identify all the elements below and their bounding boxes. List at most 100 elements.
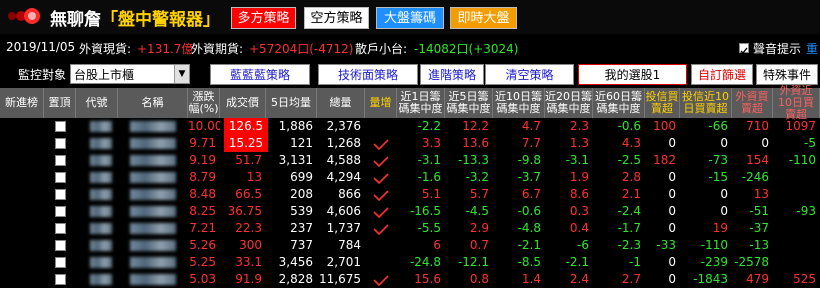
table-row[interactable]: 8.79 13 699 4,294 -1.6 -3.2 -3.7 1.9 2.8 0 -15 -246	[0, 169, 820, 186]
avg5-volume-cell: 3,456	[278, 255, 313, 269]
pin-checkbox[interactable]	[55, 206, 66, 217]
header-name[interactable]: 名稱	[118, 88, 188, 118]
stock-code-redacted	[90, 257, 112, 268]
value-cell-fi10	[773, 169, 820, 186]
change-pct-cell: 10.00	[188, 119, 220, 133]
value-cell-c5: 12.2	[462, 119, 489, 133]
change-pct-cell: 5.25	[189, 255, 216, 269]
header-conc-60d[interactable]: 近60日籌碼集中度	[593, 88, 645, 118]
table-row[interactable]: 5.26 300 737 784 6 0.7 -2.1 -6 -2.3 -33 -110 -13	[0, 237, 820, 254]
stock-code-redacted	[90, 172, 112, 183]
change-pct-cell: 8.48	[189, 187, 216, 201]
change-pct-cell: 9.71	[189, 136, 216, 150]
sound-label: 聲音提示	[753, 42, 802, 56]
price-cell: 22.3	[235, 221, 262, 235]
bull-strategy-button[interactable]: 多方策略	[231, 7, 296, 29]
header-change-pct[interactable]: 漲跌幅(%)	[188, 88, 220, 118]
stock-code-redacted	[90, 274, 112, 285]
header-conc-20d[interactable]: 近20日籌碼集中度	[545, 88, 593, 118]
value-cell-c1: -24.8	[409, 255, 441, 269]
change-pct-cell: 7.21	[189, 221, 216, 235]
date-text: 2019/11/05	[6, 40, 76, 54]
custom-filter-button[interactable]: 自訂篩選	[691, 64, 753, 85]
value-cell-c60: -1	[629, 255, 641, 269]
table-row[interactable]: 8.25 36.75 539 4,606 -16.5 -4.5 -0.6 0.3 -2.4 0 0 -…	[0, 203, 820, 220]
pin-checkbox[interactable]	[55, 189, 66, 200]
foreign-futures-value: +57204口(-4712)	[249, 42, 354, 56]
value-cell-c10: 6.7	[521, 187, 541, 201]
realtime-market-button[interactable]: 即時大盤	[450, 7, 517, 29]
table-row[interactable]: 5.25 33.1 3,456 2,701 -24.8 -12.1 -8.5 -2.1 -1 0 -…	[0, 254, 820, 271]
header-foreign-10d[interactable]: 外資近10日買賣超	[773, 85, 820, 121]
header-total-volume[interactable]: 總量	[317, 88, 365, 118]
retail-mini-label: 散戶小台:	[355, 42, 408, 56]
pin-checkbox[interactable]	[55, 223, 66, 234]
table-row[interactable]: 9.19 51.7 3,131 4,588 -3.1 -13.3 -9.8 -3.1 -2.5 1…	[0, 152, 820, 169]
dropdown-arrow-icon[interactable]: ▼	[174, 65, 189, 83]
avg5-volume-cell: 2,828	[278, 272, 313, 286]
market-chips-button[interactable]: 大盤籌碼	[376, 7, 444, 29]
my-picks-button[interactable]: 我的選股1	[578, 64, 687, 85]
foreign-spot-value: +131.7億	[137, 42, 194, 56]
volume-up-check-icon	[373, 139, 389, 151]
header-itrust-net[interactable]: 投信買賣超	[645, 88, 680, 118]
bear-strategy-button[interactable]: 空方策略	[304, 7, 369, 29]
blue-strategy-button[interactable]: 藍藍藍策略	[210, 64, 310, 85]
brand-prefix: 無聊詹	[50, 10, 101, 30]
value-cell-c5: -3.2	[465, 170, 489, 184]
avg5-volume-cell: 699	[290, 170, 313, 184]
pin-checkbox[interactable]	[55, 172, 66, 183]
value-cell-fi10: 1097	[785, 119, 816, 133]
pin-checkbox[interactable]	[55, 138, 66, 149]
header-conc-5d[interactable]: 近5日籌碼集中度	[445, 88, 493, 118]
price-cell: 13	[246, 170, 262, 184]
price-cell: 66.5	[235, 187, 262, 201]
value-cell-c10: -3.7	[517, 170, 541, 184]
pin-checkbox[interactable]	[55, 274, 66, 285]
pin-checkbox[interactable]	[55, 121, 66, 132]
technical-strategy-button[interactable]: 技術面策略	[318, 64, 418, 85]
header-new-entry[interactable]: 新進榜	[0, 88, 44, 118]
value-cell-c60: 2.8	[621, 170, 641, 184]
table-row[interactable]: 5.03 91.9 2,828 11,675 15.6 0.8 1.4 2.4 2.7 0 -184…	[0, 271, 820, 288]
advanced-strategy-button[interactable]: 進階策略	[420, 64, 484, 85]
header-code[interactable]: 代號	[76, 88, 118, 118]
price-cell: 126.5	[224, 118, 268, 135]
table-row[interactable]: 7.21 22.3 237 1,737 -5.5 2.9 -4.8 0.4 -1.7 0 19 -37	[0, 220, 820, 237]
table-row[interactable]: 10.00 126.5 1,886 2,376 -2.2 12.2 4.7 2.3 -0.6 10…	[0, 118, 820, 135]
value-cell-c5: -12.1	[457, 255, 489, 269]
pin-checkbox[interactable]	[55, 240, 66, 251]
value-cell-it: 182	[653, 153, 676, 167]
value-cell-c5: 5.7	[469, 187, 489, 201]
sound-checkbox[interactable]	[739, 43, 749, 55]
avg5-volume-cell: 121	[290, 136, 313, 150]
monitor-select[interactable]: 台股上市櫃 ▼	[70, 64, 190, 84]
header-itrust-10d[interactable]: 投信近10日買賣超	[680, 88, 732, 118]
header-conc-1d[interactable]: 近1日籌碼集中度	[397, 88, 445, 118]
value-cell-it10: -66	[708, 119, 728, 133]
pin-checkbox[interactable]	[55, 257, 66, 268]
value-cell-c10: -0.6	[517, 204, 541, 218]
value-cell-c1: -16.5	[409, 204, 441, 218]
total-volume-cell: 2,701	[326, 255, 361, 269]
stock-name-redacted	[130, 274, 176, 285]
value-cell-c5: 2.9	[469, 221, 489, 235]
header-volume-up[interactable]: 量增	[365, 88, 397, 118]
value-cell-c60: 2.1	[621, 187, 641, 201]
clear-strategy-button[interactable]: 清空策略	[485, 64, 574, 85]
header-conc-10d[interactable]: 近10日籌碼集中度	[493, 88, 545, 118]
table-row[interactable]: 9.71 15.25 121 1,268 3.3 13.6 7.7 1.3 4.3 0 0 0 -5	[0, 135, 820, 152]
avg5-volume-cell: 737	[290, 238, 313, 252]
value-cell-c20: 8.6	[569, 187, 589, 201]
value-cell-c60: 4.3	[621, 136, 641, 150]
table-row[interactable]: 8.48 66.5 208 866 5.1 5.7 6.7 8.6 2.1 0 0 13	[0, 186, 820, 203]
header-pin-top[interactable]: 置頂	[44, 88, 76, 118]
value-cell-c1: -1.6	[417, 170, 441, 184]
value-cell-it: 100	[653, 119, 676, 133]
header-avg5-volume[interactable]: 5日均量	[266, 88, 317, 118]
header-price[interactable]: 成交價	[220, 88, 266, 118]
header-foreign-net[interactable]: 外資買賣超	[732, 88, 773, 118]
special-events-button[interactable]: 特殊事件	[756, 64, 818, 85]
value-cell-c60: -2.5	[617, 153, 641, 167]
pin-checkbox[interactable]	[55, 155, 66, 166]
